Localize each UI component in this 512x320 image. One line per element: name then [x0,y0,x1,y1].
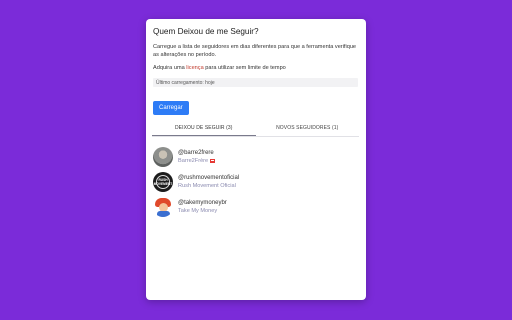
license-prefix: Adquira uma [153,65,185,71]
list-item[interactable]: @barre2frere Barre2Frère [153,146,358,168]
main-card: Quem Deixou de me Seguir? Carregue a lis… [146,19,366,300]
license-suffix: para utilizar sem limite de tempo [205,65,286,71]
switzerland-flag-icon [210,158,216,163]
tab-new-followers[interactable]: NOVOS SEGUIDORES (1) [256,123,360,136]
user-name: Take My Money [178,208,218,214]
avatar [153,197,173,217]
tabs: DEIXOU DE SEGUIR (3) NOVOS SEGUIDORES (1… [152,123,359,137]
tab-unfollowed[interactable]: DEIXOU DE SEGUIR (3) [152,123,256,136]
user-handle[interactable]: @rushmovementoficial [178,174,239,182]
card-title: Quem Deixou de me Seguir? [153,27,259,36]
user-handle[interactable]: @takemymoneybr [178,199,227,207]
load-button[interactable]: Carregar [153,101,189,115]
user-handle[interactable]: @barre2frere [178,149,215,157]
avatar [153,147,173,167]
user-list: @barre2frere Barre2Frère RUSH MOVEMENT @… [153,146,358,218]
last-load-status: Último carregamento: hoje [153,78,358,87]
license-link[interactable]: licença [186,65,203,71]
user-name: Rush Movement Oficial [178,183,236,189]
avatar-logo-text: RUSH MOVEMENT [153,178,173,186]
avatar: RUSH MOVEMENT [153,172,173,192]
card-description: Carregue a lista de seguidores em dias d… [153,44,357,58]
user-name: Barre2Frère [178,157,216,165]
list-item[interactable]: @takemymoneybr Take My Money [153,196,358,218]
list-item[interactable]: RUSH MOVEMENT @rushmovementoficial Rush … [153,171,358,193]
license-line: Adquira uma licença para utilizar sem li… [153,65,358,71]
